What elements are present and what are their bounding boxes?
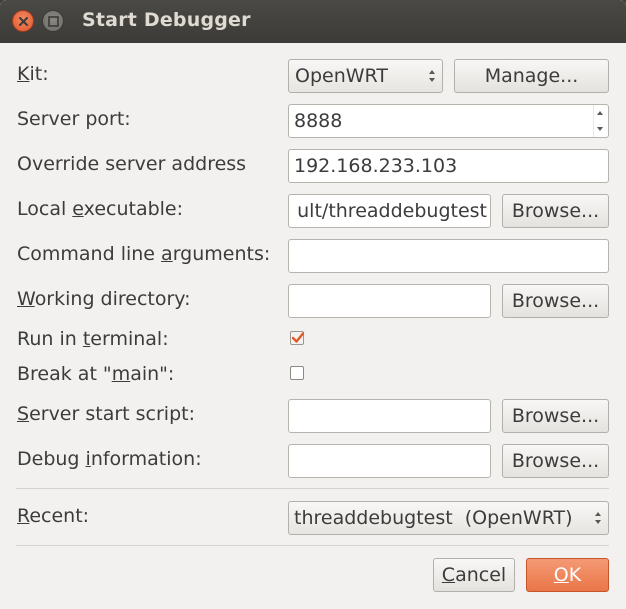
server-start-script-browse-button[interactable]: Browse...	[502, 399, 609, 433]
command-line-arguments-input[interactable]	[288, 239, 609, 273]
server-port-label: Server port:	[17, 108, 131, 130]
break-at-main-label-post: ain":	[130, 363, 175, 385]
checkmark-icon	[291, 332, 305, 343]
ok-label: K	[568, 564, 582, 586]
run-in-terminal-label-post: erminal:	[90, 328, 169, 350]
recent-select-value: threaddebugtest (OpenWRT)	[294, 507, 573, 529]
start-debugger-dialog: Start Debugger Kit: OpenWRT Manage... Se…	[0, 0, 626, 609]
working-directory-label: Working directory:	[17, 288, 191, 310]
ok-button[interactable]: OK	[526, 558, 609, 592]
override-address-input[interactable]: 192.168.233.103	[288, 149, 609, 183]
debug-information-browse-button[interactable]: Browse...	[502, 444, 609, 478]
recent-label: Recent:	[17, 505, 89, 527]
working-directory-label-mnemonic: W	[17, 288, 35, 310]
break-at-main-label-pre: Break at "	[17, 363, 112, 385]
kit-select-value: OpenWRT	[295, 65, 388, 87]
local-executable-browse-button[interactable]: Browse...	[502, 194, 609, 228]
break-at-main-checkbox[interactable]	[290, 366, 304, 380]
recent-label-mnemonic: R	[17, 505, 30, 527]
updown-arrows-icon	[595, 512, 601, 524]
window-title: Start Debugger	[82, 9, 251, 31]
kit-label-text: it:	[29, 63, 49, 85]
server-start-script-label: Server start script:	[17, 403, 195, 425]
command-line-label-post: rguments:	[172, 243, 271, 265]
recent-label-post: ecent:	[29, 505, 90, 527]
close-window-button[interactable]	[12, 10, 34, 32]
cancel-label: ancel	[455, 564, 507, 586]
working-directory-label-post: orking directory:	[34, 288, 191, 310]
minimize-icon	[48, 16, 59, 27]
server-port-spinbox[interactable]: 8888	[288, 104, 609, 138]
override-address-label: Override server address	[17, 153, 247, 175]
local-executable-label-mnemonic: e	[72, 198, 84, 220]
debug-information-input[interactable]	[288, 444, 491, 478]
kit-select[interactable]: OpenWRT	[288, 59, 443, 93]
command-line-label-pre: Command line	[17, 243, 162, 265]
cancel-mnemonic: C	[441, 564, 456, 586]
minimize-window-button[interactable]	[42, 10, 64, 32]
local-executable-label-post: xecutable:	[83, 198, 184, 220]
working-directory-browse-button[interactable]: Browse...	[502, 284, 609, 318]
kit-label: Kit:	[17, 63, 49, 85]
local-executable-label-pre: Local	[17, 198, 73, 220]
debug-information-label-post: nformation:	[90, 448, 202, 470]
server-start-script-input[interactable]	[288, 399, 491, 433]
server-start-script-label-mnemonic: S	[17, 403, 30, 425]
local-executable-label: Local executable:	[17, 198, 183, 220]
command-line-label-mnemonic: a	[161, 243, 173, 265]
spin-arrows-icon[interactable]	[593, 105, 607, 137]
separator	[16, 488, 609, 489]
run-in-terminal-label-pre: Run in	[17, 328, 83, 350]
updown-arrows-icon	[429, 70, 435, 82]
debug-information-label: Debug information:	[17, 448, 202, 470]
title-bar: Start Debugger	[0, 0, 626, 43]
separator	[16, 545, 609, 546]
kit-label-mnemonic: K	[17, 63, 30, 85]
ok-mnemonic: O	[553, 564, 569, 586]
debug-information-label-pre: Debug	[17, 448, 86, 470]
run-in-terminal-label: Run in terminal:	[17, 328, 169, 350]
server-start-script-label-post: erver start script:	[29, 403, 195, 425]
server-port-value: 8888	[294, 110, 343, 132]
command-line-arguments-label: Command line arguments:	[17, 243, 270, 265]
cancel-button[interactable]: Cancel	[433, 558, 515, 592]
break-at-main-label-mnemonic: m	[111, 363, 131, 385]
close-icon	[19, 17, 28, 26]
break-at-main-label: Break at "main":	[17, 363, 174, 385]
local-executable-input[interactable]: ult/threaddebugtest	[288, 194, 491, 228]
run-in-terminal-checkbox[interactable]	[290, 331, 305, 345]
working-directory-input[interactable]	[288, 284, 491, 318]
recent-select[interactable]: threaddebugtest (OpenWRT)	[288, 501, 609, 535]
manage-kits-button[interactable]: Manage...	[454, 59, 609, 93]
